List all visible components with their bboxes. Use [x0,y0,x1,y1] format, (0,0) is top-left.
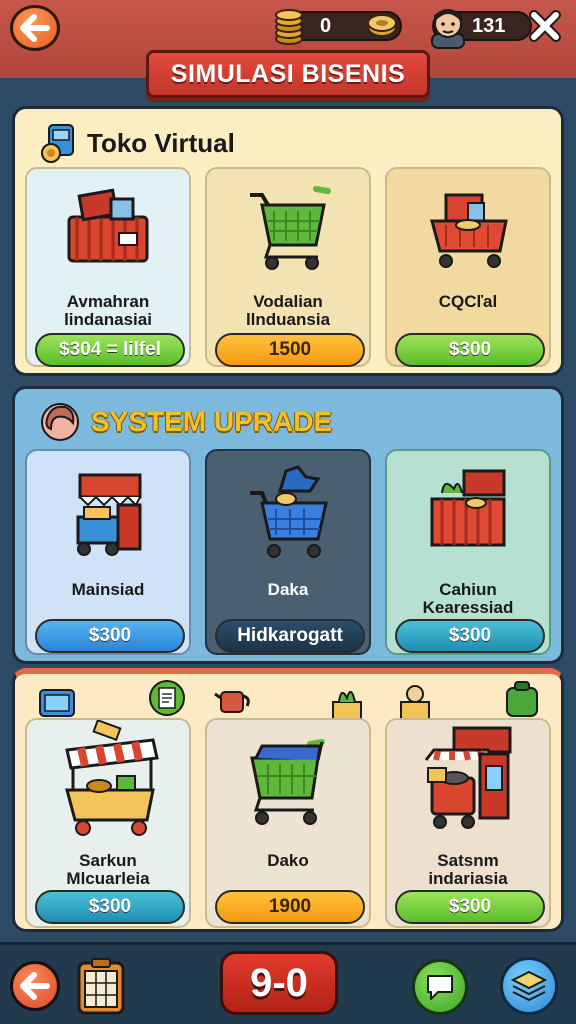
market-stall-icon [76,473,142,556]
store-card-2-buy-button[interactable]: 1500 [215,333,365,367]
blue-cart-icon [250,465,328,558]
extra-card-1[interactable]: Sarkun Mlcuarleia $300 [25,718,191,928]
store-icon [41,124,74,163]
coin-icon [367,14,397,37]
food-cart-icon [65,720,159,836]
upgrade-card-1-buy-button[interactable]: $300 [35,619,185,653]
plant-box-icon [332,691,362,721]
store-card-1[interactable]: Avmahran lindanasiai $304 = lilfel [25,167,191,367]
character-head-icon [41,403,79,441]
extra-panel: Sarkun Mlcuarleia $300 Dako 1900 Satsnm … [12,668,564,932]
coin-stack-icon [275,9,303,45]
extra-card-2-buy-button[interactable]: 1900 [215,890,365,924]
upgrade-card-2[interactable]: Daka Hidkarogatt [205,449,371,655]
upgrade-panel-title: SYSTEM UPRADE [91,406,333,437]
chat-bubble-icon [427,975,453,1000]
extra-card-1-name-line2: Mlcuarleia [66,869,150,888]
store-card-3-name-line1: CQCľal [438,292,498,311]
upgrade-card-3-name-line1: Cahiun [439,580,497,599]
store-card-1-name-line1: Avmahran [66,292,150,311]
shopping-cart-icon [250,186,331,270]
cart-icon [430,193,508,268]
upgrade-card-2-name-line1: Daka [267,580,309,599]
store-card-1-buy-button[interactable]: $304 = lilfel [35,333,185,367]
close-icon[interactable] [528,9,562,43]
upgrade-card-2-buy-button[interactable]: Hidkarogatt [215,619,365,653]
store-card-3-buy-button[interactable]: $300 [395,333,545,367]
plant-crate-icon [430,469,506,547]
coin-count: 0 [320,14,332,37]
extra-card-1-name-line1: Sarkun [79,851,137,870]
chat-button[interactable] [412,959,468,1015]
calculator-icon[interactable] [76,957,126,1015]
store-card-3[interactable]: CQCľal $300 [385,167,551,367]
green-bag-icon [506,681,538,717]
extra-card-2-name-line1: Dako [267,851,309,870]
upgrade-card-3-buy-button[interactable]: $300 [395,619,545,653]
kiosk-icon [424,726,512,829]
page-title-text: SIMULASI BISENIS [170,59,406,88]
upgrade-panel-header: SYSTEM UPRADE [39,401,332,443]
layers-button[interactable] [500,957,558,1015]
extra-card-3[interactable]: Satsnm indariasia $300 [385,718,551,928]
store-panel-title: Toko Virtual [87,127,235,158]
extra-card-3-buy-button[interactable]: $300 [395,890,545,924]
back-button[interactable] [10,5,60,51]
store-panel-header: Toko Virtual [39,121,235,165]
upgrade-card-1-name-line1: Mainsiad [71,580,145,599]
store-card-1-name-line2: lindanasiai [64,310,152,329]
upgrade-card-3[interactable]: Cahiun Kearessiad $300 [385,449,551,655]
upgrade-card-3-name-line2: Kearessiad [422,598,514,617]
extra-card-3-name-line1: Satsnm [437,851,499,870]
store-card-2[interactable]: Vodalian llnduansia 1500 [205,167,371,367]
gem-count: 131 [472,14,506,37]
document-badge-icon [149,680,185,716]
basket-icon [67,188,149,263]
bottom-back-button[interactable] [10,961,60,1011]
store-card-2-name-line1: Vodalian [253,292,323,311]
back-arrow-icon [20,972,50,1000]
page-title: SIMULASI BISENIS [146,50,430,98]
extra-card-3-name-line2: indariasia [428,869,508,888]
extra-card-1-buy-button[interactable]: $300 [35,890,185,924]
upgrade-panel: SYSTEM UPRADE Mainsiad $300 Daka Hidkaro… [12,386,564,664]
tablet-icon [39,689,75,717]
bottom-bar: 9-0 [0,942,576,1024]
green-cart-icon [250,739,325,825]
teapot-icon [214,691,250,713]
avatar-icon[interactable] [428,4,468,50]
layers-icon [510,970,548,1002]
store-card-2-name-line2: llnduansia [245,310,331,329]
score-display: 9-0 [220,951,338,1015]
back-arrow-icon [20,14,50,42]
upgrade-card-1[interactable]: Mainsiad $300 [25,449,191,655]
store-panel: Toko Virtual Avmahran lindanasiai $304 =… [12,106,564,376]
figure-box-icon [400,685,430,721]
extra-card-2[interactable]: Dako 1900 [205,718,371,928]
